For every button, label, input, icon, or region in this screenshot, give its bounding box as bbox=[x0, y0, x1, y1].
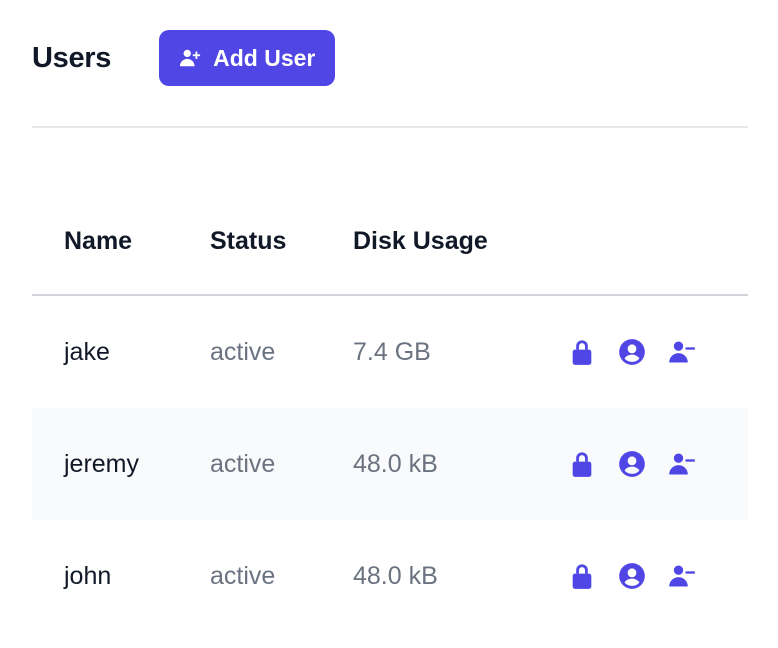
column-header-disk-usage: Disk Usage bbox=[353, 226, 488, 255]
add-user-label: Add User bbox=[213, 44, 316, 71]
user-status: active bbox=[210, 337, 276, 366]
add-user-button[interactable]: Add User bbox=[159, 30, 336, 86]
users-table: Name Status Disk Usage jake active 7.4 G… bbox=[32, 188, 748, 632]
table-row: jake active 7.4 GB bbox=[32, 296, 748, 408]
lock-icon bbox=[572, 340, 592, 365]
remove-user-button[interactable] bbox=[667, 561, 697, 591]
remove-user-button[interactable] bbox=[667, 337, 697, 367]
page-title: Users bbox=[32, 41, 112, 74]
user-status: active bbox=[210, 449, 276, 478]
user-profile-button[interactable] bbox=[617, 337, 647, 367]
lock-icon bbox=[572, 564, 592, 589]
user-disk-usage: 48.0 kB bbox=[353, 449, 438, 478]
row-actions bbox=[567, 561, 697, 591]
user-profile-button[interactable] bbox=[617, 449, 647, 479]
user-status: active bbox=[210, 561, 276, 590]
user-remove-icon bbox=[669, 453, 695, 475]
header-divider bbox=[32, 126, 748, 128]
table-row: john active 48.0 kB bbox=[32, 520, 748, 632]
lock-icon bbox=[572, 452, 592, 477]
user-circle-icon bbox=[619, 339, 645, 365]
table-row: jeremy active 48.0 kB bbox=[32, 408, 748, 520]
user-plus-icon bbox=[180, 49, 201, 67]
page-header: Users Add User bbox=[32, 30, 748, 86]
column-header-name: Name bbox=[64, 226, 133, 255]
lock-user-button[interactable] bbox=[567, 337, 597, 367]
user-profile-button[interactable] bbox=[617, 561, 647, 591]
table-header: Name Status Disk Usage bbox=[32, 188, 748, 296]
column-header-status: Status bbox=[210, 226, 287, 255]
user-circle-icon bbox=[619, 563, 645, 589]
row-actions bbox=[567, 337, 697, 367]
remove-user-button[interactable] bbox=[667, 449, 697, 479]
user-remove-icon bbox=[669, 565, 695, 587]
user-name: jake bbox=[64, 337, 110, 366]
user-name: john bbox=[64, 561, 112, 590]
row-actions bbox=[567, 449, 697, 479]
user-name: jeremy bbox=[64, 449, 140, 478]
lock-user-button[interactable] bbox=[567, 449, 597, 479]
user-disk-usage: 48.0 kB bbox=[353, 561, 438, 590]
user-disk-usage: 7.4 GB bbox=[353, 337, 431, 366]
lock-user-button[interactable] bbox=[567, 561, 597, 591]
user-circle-icon bbox=[619, 451, 645, 477]
user-remove-icon bbox=[669, 341, 695, 363]
